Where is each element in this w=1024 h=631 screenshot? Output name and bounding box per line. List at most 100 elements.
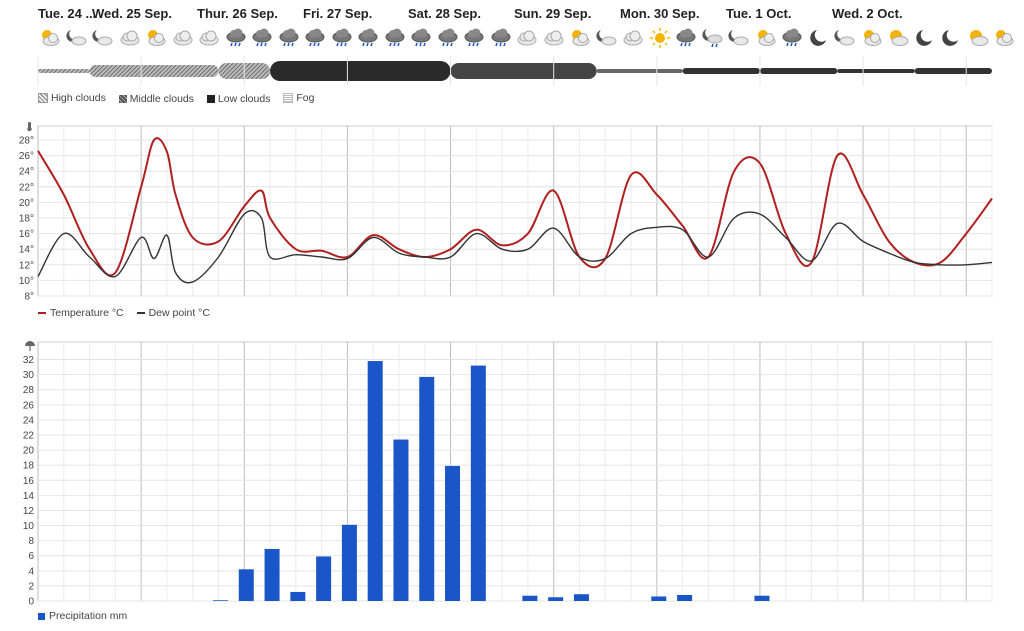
day-labels-row: Tue. 24 ... Wed. 25 Sep. Thur. 26 Sep. Fri.…	[0, 0, 1024, 24]
temperature-legend: Temperature °C Dew point °C	[38, 305, 220, 319]
sun-cloud-icon	[966, 26, 990, 50]
cloud-icon	[542, 26, 566, 50]
sun-cloud-icon	[886, 26, 910, 50]
precipitation-chart: 02468101214161820222426283032	[23, 341, 993, 608]
precipitation-bar	[548, 597, 564, 601]
moon-cloud-icon	[65, 26, 89, 50]
moon-cloud-icon	[595, 26, 619, 50]
cloud-layer	[682, 68, 760, 74]
precip-y-tick: 14	[23, 491, 35, 502]
precip-y-tick: 2	[28, 581, 34, 592]
precip-y-tick: 20	[23, 446, 35, 457]
precip-plot-area	[37, 341, 993, 602]
cloud-layer	[270, 61, 451, 81]
day-label: Tue. 24 ...	[38, 6, 97, 21]
precipitation-bar	[677, 594, 693, 601]
legend-temperature-label: Temperature °C	[50, 307, 124, 319]
day-label: Wed. 2 Oct.	[832, 6, 903, 21]
partly-cloudy-day-icon	[860, 26, 884, 50]
precip-y-tick: 8	[28, 536, 34, 547]
rain-cloud-icon	[250, 26, 274, 50]
partly-cloudy-day-icon	[754, 26, 778, 50]
precipitation-swatch	[38, 612, 45, 620]
thermometer-icon	[27, 122, 32, 132]
weather-icons-row	[0, 26, 1024, 52]
precipitation-bar	[470, 365, 486, 601]
cloud-layer	[89, 65, 219, 77]
rain-cloud-icon	[224, 26, 248, 50]
moon-icon	[939, 26, 963, 50]
legend-precipitation: Precipitation mm	[38, 610, 127, 622]
precipitation-bar	[651, 596, 667, 601]
rain-cloud-icon	[780, 26, 804, 50]
legend-high-clouds-label: High clouds	[51, 92, 106, 104]
temperature-swatch	[38, 312, 46, 314]
legend-low-clouds-label: Low clouds	[217, 93, 271, 105]
legend-middle-clouds: Middle clouds	[118, 93, 194, 105]
cloud-legend: High clouds Middle clouds Low clouds Fog	[38, 92, 324, 108]
precip-y-tick: 12	[23, 506, 35, 517]
precipitation-bar	[573, 594, 589, 601]
precipitation-bar	[445, 465, 461, 601]
precipitation-bar	[264, 548, 280, 601]
legend-fog-label: Fog	[296, 92, 315, 104]
cloud-layer	[837, 69, 915, 73]
precip-y-tick: 26	[23, 400, 35, 411]
partly-cloudy-day-icon	[38, 26, 62, 50]
temp-y-tick: 24°	[19, 167, 34, 178]
precipitation-bar	[367, 361, 383, 601]
precip-y-tick: 16	[23, 476, 35, 487]
precip-y-tick: 28	[23, 385, 35, 396]
precip-y-tick: 24	[23, 415, 35, 426]
legend-dew-point: Dew point °C	[136, 307, 210, 319]
moon-icon	[807, 26, 831, 50]
day-label: Thur. 26 Sep.	[197, 6, 278, 21]
sun-icon	[648, 26, 672, 50]
temp-y-tick: 18°	[19, 214, 34, 225]
precipitation-bar	[754, 595, 770, 601]
cloud-layer	[450, 63, 597, 79]
cloud-layer	[38, 69, 90, 73]
precip-y-tick: 6	[28, 551, 34, 562]
precip-y-tick: 4	[28, 566, 34, 577]
legend-temperature: Temperature °C	[38, 307, 124, 319]
fog-swatch	[283, 93, 294, 103]
precip-y-tick: 18	[23, 461, 35, 472]
precipitation-legend: Precipitation mm	[38, 610, 137, 623]
day-label: Wed. 25 Sep.	[92, 6, 172, 21]
middle-clouds-swatch	[118, 95, 127, 103]
rain-cloud-icon	[436, 26, 460, 50]
rain-cloud-icon	[489, 26, 513, 50]
temperature-chart: 8° 10° 12° 14° 16° 18° 20° 22° 24° 26° 28°	[19, 122, 993, 303]
precipitation-bar	[212, 600, 228, 601]
precip-y-tick: 10	[23, 521, 35, 532]
precipitation-bar	[290, 591, 306, 601]
legend-high-clouds: High clouds	[38, 92, 106, 104]
partly-cloudy-day-icon	[568, 26, 592, 50]
rain-cloud-icon	[462, 26, 486, 50]
temp-y-tick: 14°	[19, 245, 34, 256]
day-label: Fri. 27 Sep.	[303, 6, 373, 21]
partly-cloudy-day-icon	[992, 26, 1016, 50]
rain-cloud-icon	[674, 26, 698, 50]
legend-fog: Fog	[283, 92, 314, 104]
dew-point-swatch	[136, 312, 145, 314]
cloud-layer	[759, 68, 838, 74]
day-label: Tue. 1 Oct.	[726, 6, 792, 21]
precipitation-bar	[341, 524, 357, 601]
precipitation-bar	[316, 556, 332, 601]
moon-cloud-icon	[833, 26, 857, 50]
legend-low-clouds: Low clouds	[206, 93, 271, 105]
rain-cloud-icon	[277, 26, 301, 50]
temperature-line	[37, 137, 993, 277]
cloud-icon	[515, 26, 539, 50]
rain-cloud-icon	[383, 26, 407, 50]
rain-cloud-icon	[356, 26, 380, 50]
moon-icon	[913, 26, 937, 50]
cloud-cover-band	[37, 56, 992, 86]
precip-y-tick: 30	[23, 370, 35, 381]
cloud-icon	[621, 26, 645, 50]
precipitation-bar	[522, 595, 538, 601]
precip-y-tick: 32	[23, 355, 35, 366]
temp-y-tick: 22°	[19, 182, 34, 193]
